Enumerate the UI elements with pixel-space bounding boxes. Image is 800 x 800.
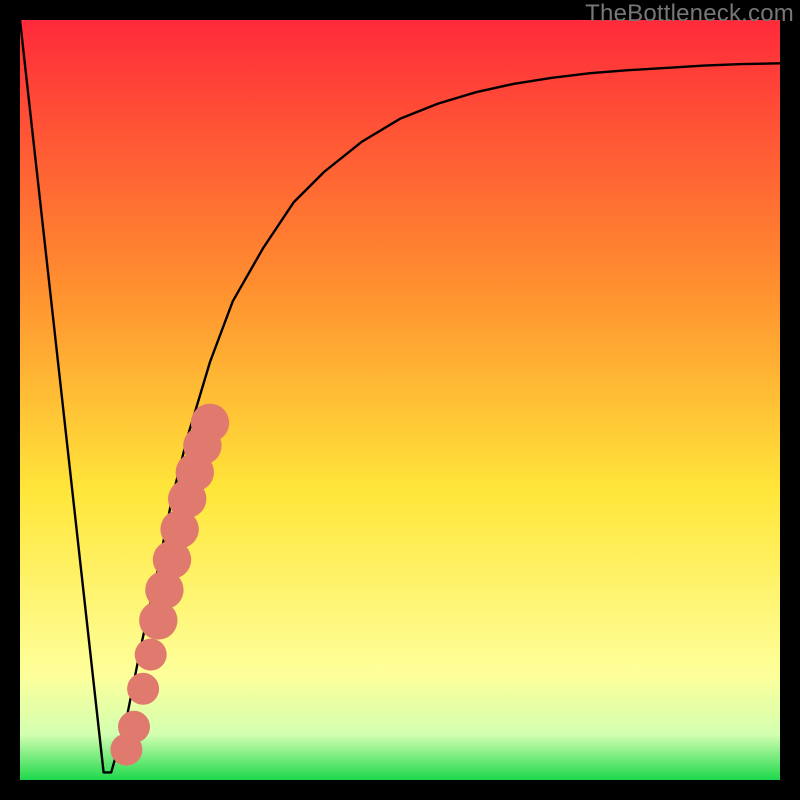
plot-area [20, 20, 780, 780]
watermark-text: TheBottleneck.com [585, 0, 794, 28]
chart-frame: TheBottleneck.com [0, 0, 800, 800]
marker-dot [118, 711, 150, 743]
marker-dot [127, 673, 159, 705]
bottleneck-curve [20, 20, 780, 772]
chart-svg [20, 20, 780, 780]
marker-dot [135, 639, 167, 671]
marker-dot [191, 404, 229, 442]
